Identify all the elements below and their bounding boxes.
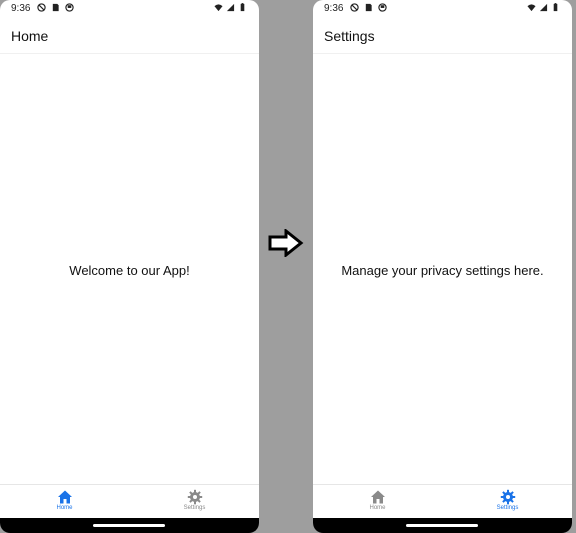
battery-icon: [240, 3, 245, 12]
dnd-icon: [350, 3, 359, 12]
sim-card-icon: [365, 3, 372, 12]
status-system-icons: [214, 3, 247, 12]
status-bar: 9:36: [313, 0, 572, 16]
tab-settings-label: Settings: [496, 505, 519, 511]
bottom-tab-bar: Home Settings: [313, 484, 572, 519]
privacy-message: Manage your privacy settings here.: [341, 263, 544, 278]
tab-home[interactable]: Home: [313, 485, 442, 519]
tab-settings-label: Settings: [183, 505, 206, 511]
bottom-tab-bar: Home Settings: [0, 484, 259, 519]
wifi-icon: [527, 4, 536, 12]
tab-settings[interactable]: Settings: [130, 485, 259, 519]
phone-screen-home: 9:36 Home Welcome to our App! Home Setti…: [0, 0, 259, 533]
home-gesture-handle[interactable]: [406, 524, 478, 527]
system-nav-bar: [313, 518, 572, 533]
phone-screen-settings: 9:36 Settings Manage your privacy settin…: [313, 0, 572, 533]
wifi-icon: [214, 4, 223, 12]
gear-icon: [500, 489, 515, 505]
page-title: Settings: [324, 28, 375, 44]
sim-card-icon: [52, 3, 59, 12]
signal-icon: [226, 3, 235, 12]
battery-icon: [553, 3, 558, 12]
home-icon: [370, 490, 385, 504]
status-notification-icons: [350, 3, 387, 12]
gear-icon: [187, 489, 202, 505]
app-notification-icon: [65, 3, 74, 12]
home-icon: [57, 490, 72, 504]
tab-home-label: Home: [369, 505, 386, 511]
status-time: 9:36: [324, 3, 344, 14]
tab-home[interactable]: Home: [0, 485, 129, 519]
status-time: 9:36: [11, 3, 31, 14]
dnd-icon: [37, 3, 46, 12]
signal-icon: [539, 3, 548, 12]
app-notification-icon: [378, 3, 387, 12]
system-nav-bar: [0, 518, 259, 533]
tab-home-label: Home: [56, 505, 73, 511]
tab-settings[interactable]: Settings: [443, 485, 572, 519]
home-gesture-handle[interactable]: [93, 524, 165, 527]
welcome-message: Welcome to our App!: [69, 263, 190, 278]
app-bar: Settings: [313, 16, 572, 54]
status-bar: 9:36: [0, 0, 259, 16]
status-system-icons: [527, 3, 560, 12]
page-title: Home: [11, 28, 49, 44]
app-bar: Home: [0, 16, 259, 54]
status-notification-icons: [37, 3, 74, 12]
right-arrow-icon: [268, 229, 304, 257]
